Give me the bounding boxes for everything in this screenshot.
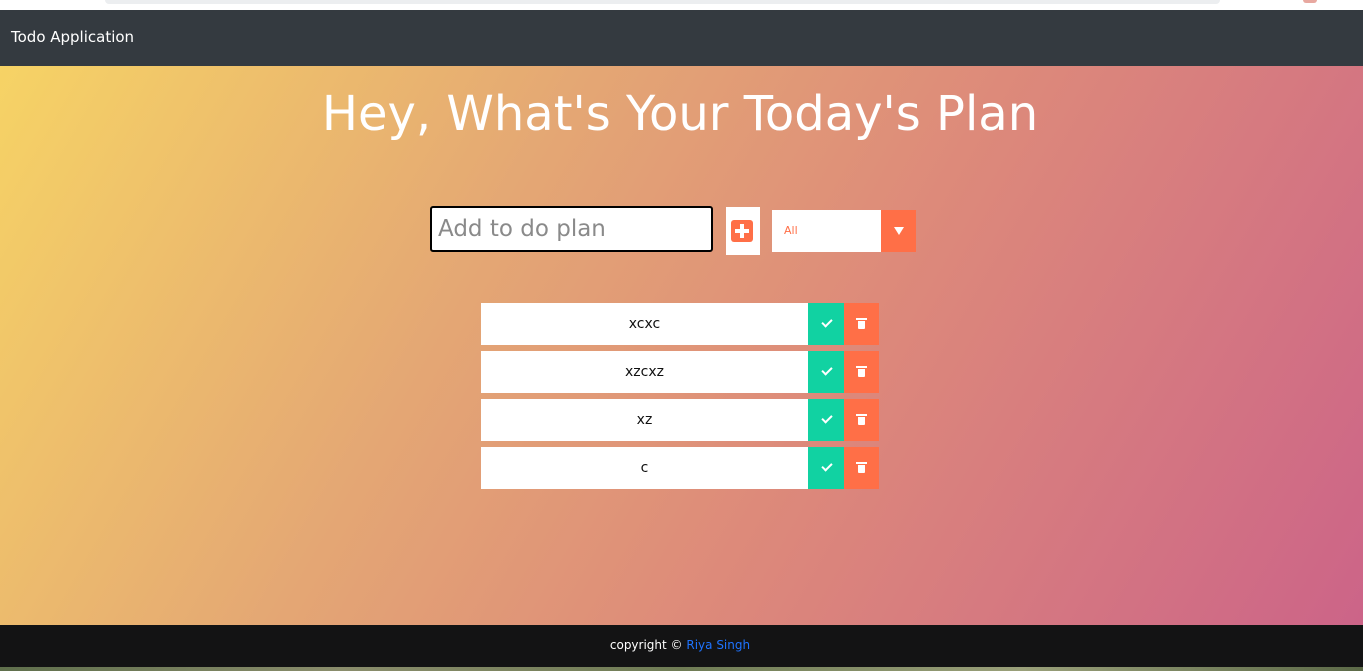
complete-button[interactable] bbox=[808, 303, 844, 345]
delete-button[interactable] bbox=[844, 303, 879, 345]
author-link[interactable]: Riya Singh bbox=[686, 638, 750, 652]
navbar-brand[interactable]: Todo Application bbox=[11, 28, 134, 46]
todo-item: xzcxz bbox=[481, 351, 879, 393]
copyright-text: copyright © bbox=[609, 638, 683, 652]
todo-item: xz bbox=[481, 399, 879, 441]
complete-button[interactable] bbox=[808, 447, 844, 489]
page-title: Hey, What's Your Today's Plan bbox=[321, 86, 1039, 142]
todo-list: xcxc xzcxz xz c bbox=[481, 303, 879, 495]
complete-button[interactable] bbox=[808, 351, 844, 393]
trash-icon bbox=[856, 366, 867, 377]
delete-button[interactable] bbox=[844, 351, 879, 393]
desktop-background-strip bbox=[0, 667, 1363, 671]
check-icon bbox=[821, 316, 833, 328]
navbar: Todo Application bbox=[0, 10, 1363, 66]
complete-button[interactable] bbox=[808, 399, 844, 441]
filter-selected-value: All bbox=[784, 224, 798, 237]
footer: copyright © Riya Singh bbox=[0, 625, 1363, 667]
trash-icon bbox=[856, 318, 867, 329]
browser-chrome-strip bbox=[0, 0, 1363, 10]
browser-profile-icon[interactable] bbox=[1303, 0, 1317, 3]
delete-button[interactable] bbox=[844, 399, 879, 441]
todo-item-text: xzcxz bbox=[625, 364, 664, 380]
todo-item: c bbox=[481, 447, 879, 489]
trash-icon bbox=[856, 462, 867, 473]
todo-item-text: xcxc bbox=[628, 316, 661, 332]
todo-item: xcxc bbox=[481, 303, 879, 345]
main-section: Hey, What's Your Today's Plan All xcxc x… bbox=[0, 66, 1363, 625]
todo-item-text: xz bbox=[636, 412, 653, 428]
plus-square-icon bbox=[731, 220, 753, 242]
todo-form: All bbox=[430, 206, 920, 258]
footer-copyright: copyright © Riya Singh bbox=[0, 638, 1360, 652]
todo-input[interactable] bbox=[430, 206, 713, 252]
caret-down-icon[interactable] bbox=[881, 210, 916, 252]
add-todo-button[interactable] bbox=[726, 207, 760, 255]
trash-icon bbox=[856, 414, 867, 425]
todo-item-text: c bbox=[640, 460, 649, 476]
check-icon bbox=[821, 364, 833, 376]
browser-address-bar[interactable] bbox=[105, 0, 1220, 4]
filter-select[interactable]: All bbox=[772, 210, 916, 252]
check-icon bbox=[821, 460, 833, 472]
delete-button[interactable] bbox=[844, 447, 879, 489]
check-icon bbox=[821, 412, 833, 424]
